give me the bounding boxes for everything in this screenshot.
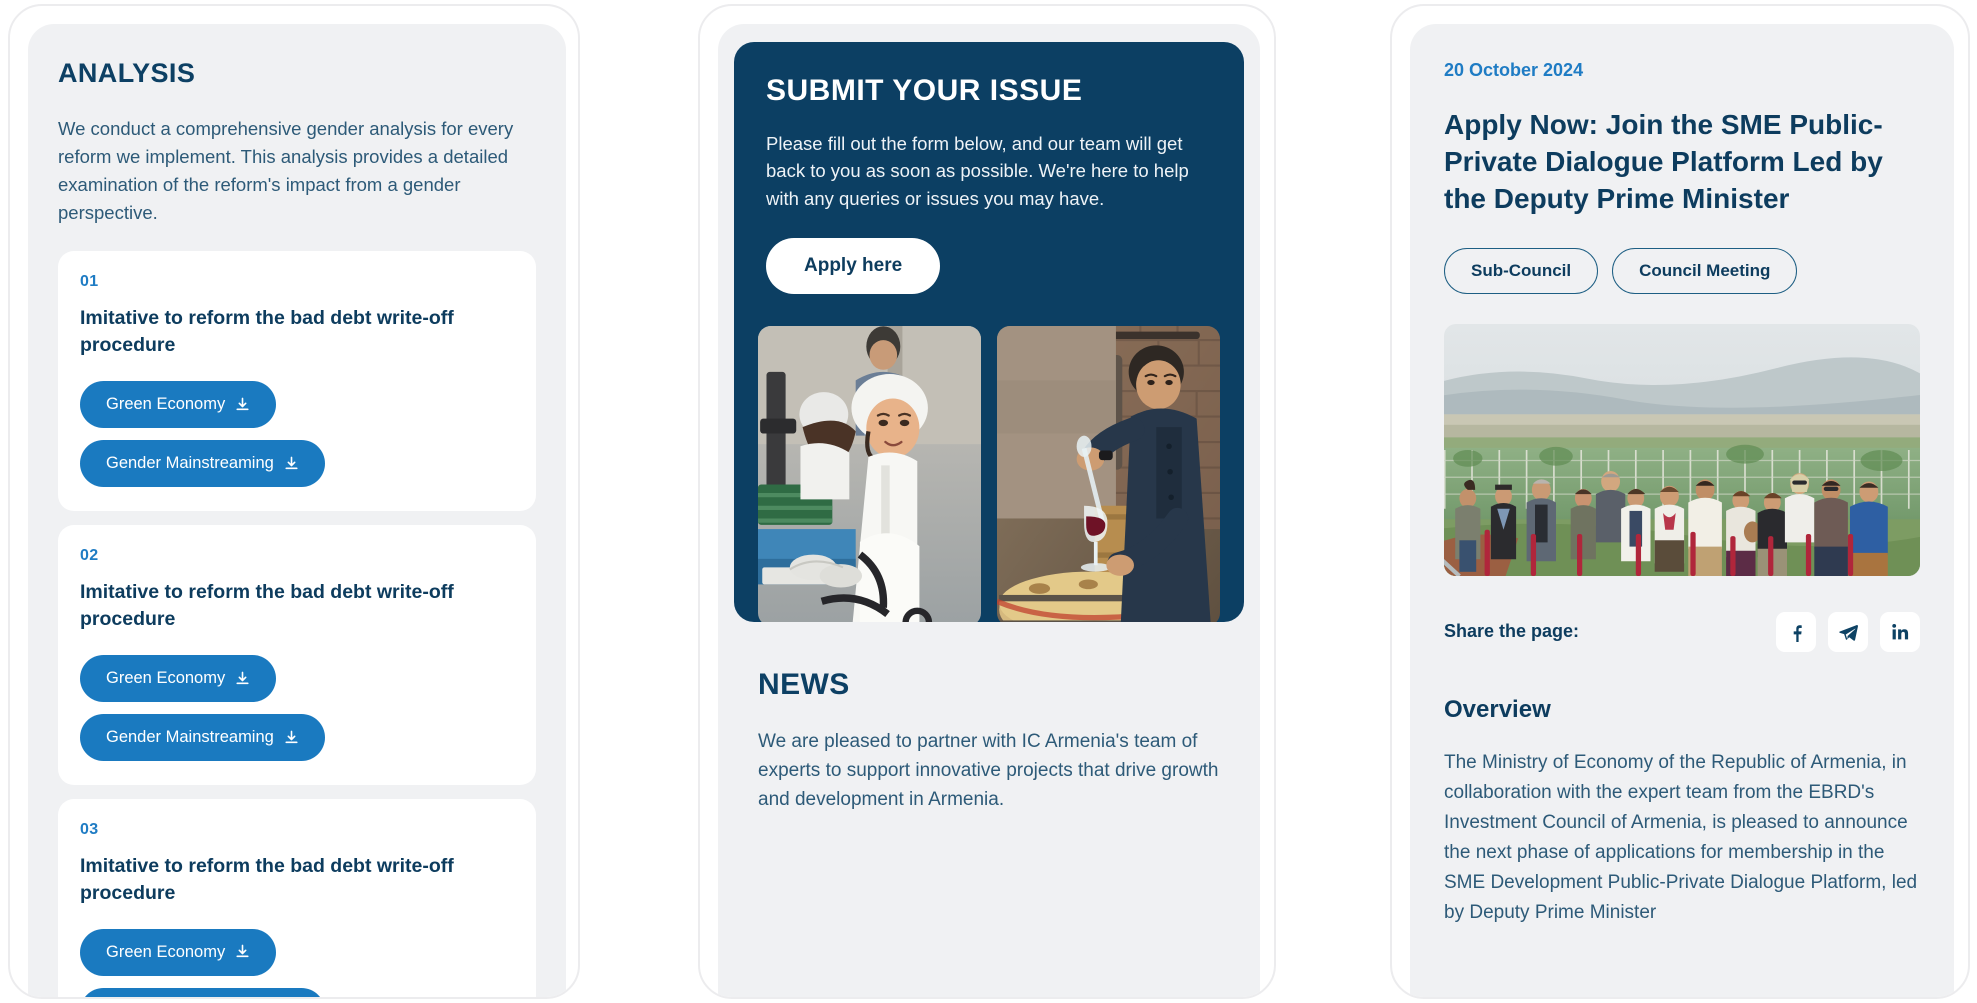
chip-council-meeting[interactable]: Council Meeting xyxy=(1612,247,1798,294)
linkedin-share-button[interactable] xyxy=(1880,611,1920,652)
reform-number: 01 xyxy=(80,273,99,291)
tag-label: Green Economy xyxy=(106,669,226,688)
hero-description: Please fill out the form below, and our … xyxy=(766,133,1189,209)
share-row: Share the page: xyxy=(1444,611,1920,652)
news-body-text: We are pleased to partner with IC Armeni… xyxy=(758,731,1219,810)
right-panel-frame: 20 October 2024 Apply Now: Join the SME … xyxy=(1390,4,1970,999)
download-icon xyxy=(235,397,250,413)
tag-gender-mainstreaming-button[interactable]: Gender Mainstreaming xyxy=(80,987,325,997)
panel-scrollbar[interactable] xyxy=(554,42,560,997)
download-icon xyxy=(235,944,250,960)
submit-issue-hero-card: SUBMIT YOUR ISSUE Please fill out the fo… xyxy=(734,42,1244,623)
tag-green-economy-button[interactable]: Green Economy xyxy=(80,381,277,429)
download-icon xyxy=(284,730,299,746)
telegram-share-button[interactable] xyxy=(1828,611,1868,652)
tag-green-economy-button[interactable]: Green Economy xyxy=(80,655,277,703)
facebook-share-button[interactable] xyxy=(1776,611,1816,652)
hero-title: SUBMIT YOUR ISSUE xyxy=(766,74,1083,107)
reform-number: 02 xyxy=(80,547,99,565)
reform-title: Imitative to reform the bad debt write-o… xyxy=(80,855,454,904)
news-section: NEWS We are pleased to partner with IC A… xyxy=(718,622,1260,815)
reform-card[interactable]: 03 Imitative to reform the bad debt writ… xyxy=(58,799,536,997)
article-group-photo xyxy=(1444,323,1920,576)
apply-here-button[interactable]: Apply here xyxy=(766,238,941,295)
reform-tag-row: Green Economy Gender Mainstreaming xyxy=(80,928,514,997)
news-title: NEWS xyxy=(758,668,850,702)
reform-title: Imitative to reform the bad debt write-o… xyxy=(80,307,454,357)
download-icon xyxy=(284,456,299,472)
download-icon xyxy=(235,671,250,687)
three-panel-preview: ANALYSIS We conduct a comprehensive gend… xyxy=(0,0,1977,1003)
reform-number: 03 xyxy=(80,821,99,839)
article-title: Apply Now: Join the SME Public-Private D… xyxy=(1444,109,1883,214)
analysis-intro-text: We conduct a comprehensive gender analys… xyxy=(58,118,514,224)
overview-heading: Overview xyxy=(1444,695,1551,723)
left-panel-frame: ANALYSIS We conduct a comprehensive gend… xyxy=(8,4,580,999)
linkedin-icon xyxy=(1890,622,1910,642)
submit-issue-panel: SUBMIT YOUR ISSUE Please fill out the fo… xyxy=(718,24,1260,997)
analysis-panel: ANALYSIS We conduct a comprehensive gend… xyxy=(28,24,566,997)
tag-green-economy-button[interactable]: Green Economy xyxy=(80,928,277,976)
reform-title: Imitative to reform the bad debt write-o… xyxy=(80,581,454,631)
tag-label: Gender Mainstreaming xyxy=(106,454,274,473)
middle-panel-frame: SUBMIT YOUR ISSUE Please fill out the fo… xyxy=(698,4,1276,999)
chip-sub-council[interactable]: Sub-Council xyxy=(1444,247,1599,294)
telegram-icon xyxy=(1838,622,1858,642)
reform-tag-row: Green Economy Gender Mainstreaming xyxy=(80,655,514,762)
tag-gender-mainstreaming-button[interactable]: Gender Mainstreaming xyxy=(80,714,325,762)
overview-body-text: The Ministry of Economy of the Republic … xyxy=(1444,751,1918,923)
tag-label: Green Economy xyxy=(106,395,226,414)
share-icon-group xyxy=(1776,611,1920,652)
reform-card[interactable]: 02 Imitative to reform the bad debt writ… xyxy=(58,525,536,786)
article-tag-row: Sub-Council Council Meeting xyxy=(1444,247,1920,294)
tag-gender-mainstreaming-button[interactable]: Gender Mainstreaming xyxy=(80,440,325,488)
share-label: Share the page: xyxy=(1444,621,1580,642)
reform-card[interactable]: 01 Imitative to reform the bad debt writ… xyxy=(58,251,536,512)
facebook-icon xyxy=(1786,622,1806,642)
reform-tag-row: Green Economy Gender Mainstreaming xyxy=(80,381,514,488)
winemaker-photo xyxy=(997,326,1220,623)
article-panel: 20 October 2024 Apply Now: Join the SME … xyxy=(1410,24,1954,997)
page-title: ANALYSIS xyxy=(58,58,196,88)
tag-label: Green Economy xyxy=(106,942,226,961)
factory-worker-photo xyxy=(758,326,981,623)
tag-label: Gender Mainstreaming xyxy=(106,728,274,747)
article-date: 20 October 2024 xyxy=(1444,60,1584,80)
hero-photo-row xyxy=(758,326,1220,623)
